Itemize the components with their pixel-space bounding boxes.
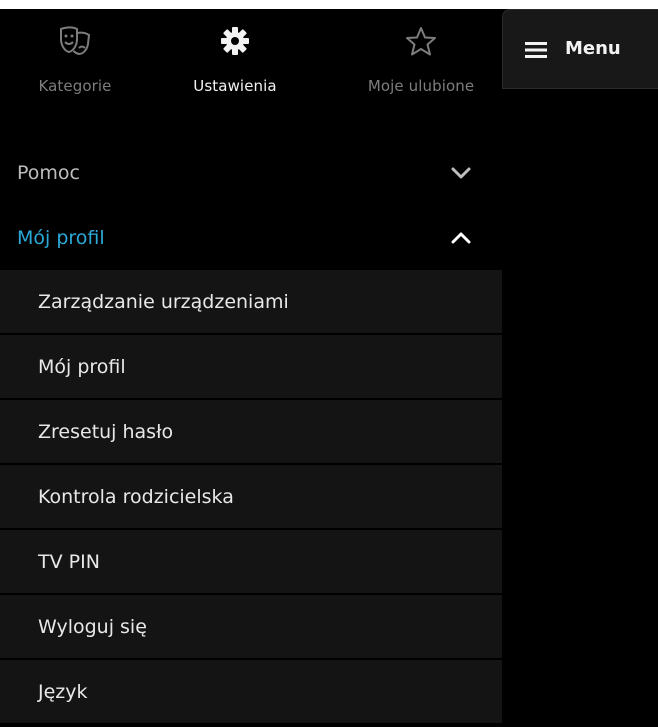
tab-categories[interactable]: Kategorie	[0, 9, 150, 119]
submenu-item-tv-pin[interactable]: TV PIN	[0, 530, 502, 593]
tab-favorites[interactable]: Moje ulubione	[340, 9, 502, 119]
section-help-header[interactable]: Pomoc	[0, 143, 502, 203]
theater-masks-icon	[57, 23, 93, 59]
tab-label: Ustawienia	[193, 77, 277, 95]
submenu-item-label: Mój profil	[38, 355, 126, 378]
sidebar: Kategorie Ustawienia Moje ulubione Pomoc…	[0, 9, 502, 723]
section-help-label: Pomoc	[17, 162, 80, 184]
submenu-item-label: Wyloguj się	[38, 615, 147, 638]
menu-label: Menu	[565, 38, 621, 59]
submenu-item-reset-password[interactable]: Zresetuj hasło	[0, 400, 502, 463]
section-profile-header[interactable]: Mój profil	[0, 208, 502, 268]
profile-submenu: Zarządzanie urządzeniami Mój profil Zres…	[0, 270, 502, 725]
top-tabs: Kategorie Ustawienia Moje ulubione	[0, 9, 502, 119]
submenu-item-device-management[interactable]: Zarządzanie urządzeniami	[0, 270, 502, 333]
gear-icon	[217, 23, 253, 59]
submenu-item-label: Język	[38, 680, 88, 703]
tab-settings[interactable]: Ustawienia	[160, 9, 310, 119]
hamburger-icon	[525, 42, 547, 58]
submenu-item-label: Zresetuj hasło	[38, 420, 174, 443]
submenu-item-label: Kontrola rodzicielska	[38, 485, 234, 508]
submenu-item-parental-control[interactable]: Kontrola rodzicielska	[0, 465, 502, 528]
submenu-item-language[interactable]: Język	[0, 660, 502, 723]
submenu-item-label: TV PIN	[38, 550, 100, 573]
tab-label: Moje ulubione	[367, 77, 475, 95]
chevron-down-icon	[451, 167, 471, 179]
star-icon	[403, 23, 439, 59]
chevron-up-icon	[451, 232, 471, 244]
submenu-item-label: Zarządzanie urządzeniami	[38, 290, 289, 313]
app-window: Kategorie Ustawienia Moje ulubione Pomoc…	[0, 9, 658, 727]
menu-button[interactable]: Menu	[502, 9, 658, 89]
section-profile-label: Mój profil	[17, 227, 105, 249]
tab-label: Kategorie	[38, 77, 112, 95]
submenu-item-my-profile[interactable]: Mój profil	[0, 335, 502, 398]
submenu-item-logout[interactable]: Wyloguj się	[0, 595, 502, 658]
